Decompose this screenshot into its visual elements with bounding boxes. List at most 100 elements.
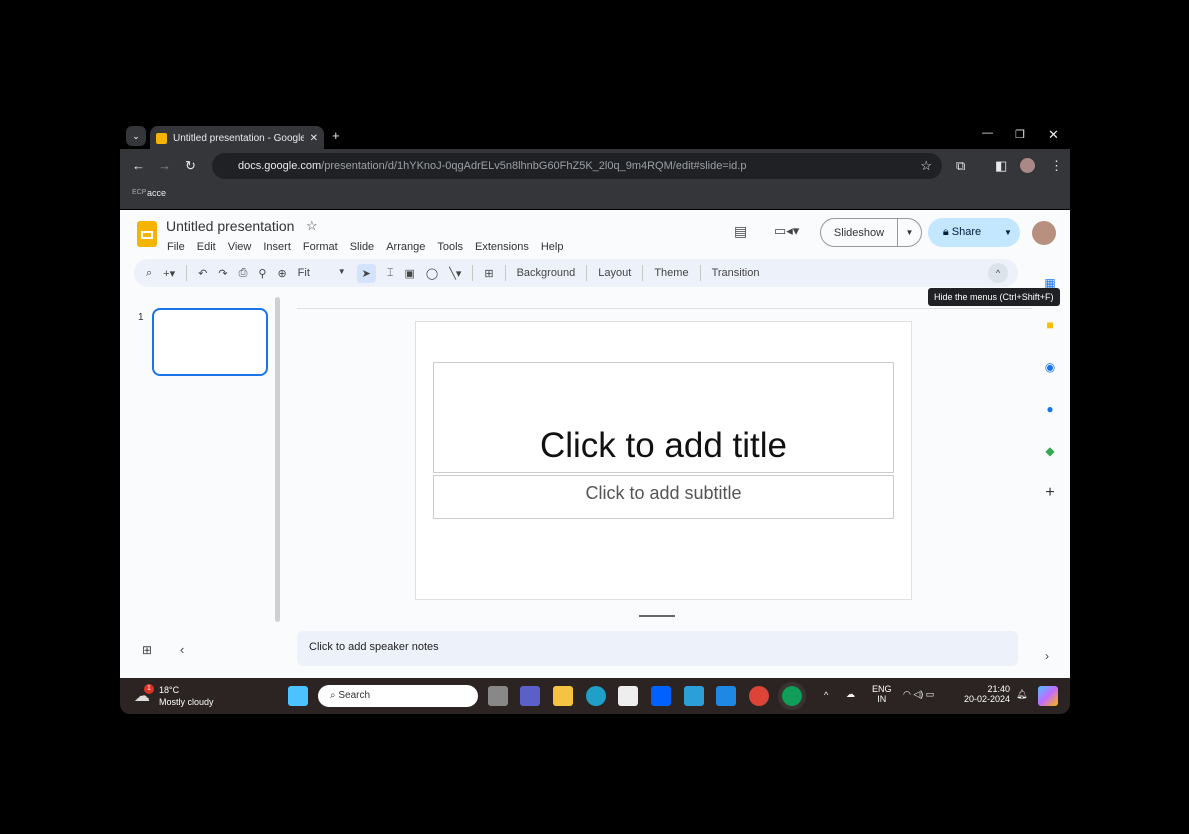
menu-format[interactable]: Format [303, 241, 338, 253]
comment-add-icon[interactable]: ⊞ [484, 267, 493, 280]
store-icon[interactable] [618, 686, 638, 706]
maps-icon[interactable]: ◆ [1040, 430, 1060, 472]
teams-icon[interactable] [520, 686, 540, 706]
menu-file[interactable]: File [167, 241, 185, 253]
menu-insert[interactable]: Insert [263, 241, 291, 253]
copilot-icon[interactable] [1038, 686, 1058, 706]
menu-bar: File Edit View Insert Format Slide Arrange Tool… [167, 237, 575, 255]
close-window-button[interactable]: ✕ [1048, 127, 1059, 143]
file-explorer-icon[interactable] [553, 686, 573, 706]
menu-help[interactable]: Help [541, 241, 564, 253]
extensions-icon[interactable]: ⧉ [956, 158, 965, 174]
divider [586, 265, 588, 281]
slides-logo[interactable] [137, 221, 157, 247]
layout-button[interactable]: Layout [598, 267, 631, 279]
weather-icon[interactable]: ☁ 1 [134, 684, 154, 705]
hide-menus-button[interactable]: ^ [988, 263, 1008, 283]
wifi-volume-battery-icons[interactable]: ◠ ◁) ▭ [903, 689, 934, 700]
show-hidden-icons[interactable]: ^ [824, 690, 828, 700]
new-tab-button[interactable]: + [332, 128, 340, 143]
bookmark-star-icon[interactable]: ☆ [920, 158, 932, 174]
account-avatar[interactable] [1032, 221, 1056, 245]
zoom-icon[interactable]: ⊕ [277, 267, 286, 280]
tooltip: Hide the menus (Ctrl+Shift+F) [928, 288, 1060, 306]
share-dropdown[interactable]: ▼ [996, 228, 1020, 237]
slideshow-button[interactable]: Slideshow ▼ [820, 218, 922, 247]
undo-icon[interactable]: ↶ [198, 267, 207, 280]
chrome-menu-icon[interactable]: ⋮ [1050, 158, 1063, 174]
select-tool-icon[interactable]: ➤ [356, 263, 376, 283]
slide-canvas[interactable]: Click to add title Click to add subtitle [415, 321, 912, 600]
mail-icon[interactable] [716, 686, 736, 706]
bookmark-favicon: ECP [132, 189, 147, 196]
expand-side-panel-icon[interactable]: › [1045, 649, 1049, 663]
slide-thumbnail[interactable] [152, 308, 268, 376]
meet-icon[interactable]: ▭◂▾ [774, 223, 799, 239]
side-panel-icon[interactable]: ◧ [995, 158, 1007, 174]
menu-slide[interactable]: Slide [350, 241, 374, 253]
menu-edit[interactable]: Edit [197, 241, 216, 253]
slideshow-dropdown[interactable]: ▼ [897, 219, 921, 246]
back-icon[interactable]: ← [132, 158, 145, 173]
paint-format-icon[interactable]: ⚲ [258, 267, 266, 280]
subtitle-placeholder[interactable]: Click to add subtitle [433, 475, 894, 519]
minimize-button[interactable]: — [982, 127, 993, 139]
url-input[interactable]: docs.google.com/presentation/d/1hYKnoJ-0… [212, 153, 942, 179]
speaker-notes[interactable]: Click to add speaker notes [297, 631, 1018, 666]
document-title[interactable]: Untitled presentation [166, 218, 294, 234]
print-icon[interactable]: ⎙ [239, 267, 248, 280]
comments-icon[interactable]: ▤ [734, 223, 747, 240]
mydp-icon[interactable] [684, 686, 704, 706]
bookmark-item[interactable]: acce [147, 188, 166, 198]
title-placeholder[interactable]: Click to add title [433, 362, 894, 473]
filmstrip-scrollbar[interactable] [275, 297, 280, 622]
notes-resize-handle[interactable] [639, 615, 675, 617]
add-apps-icon[interactable]: + [1040, 472, 1060, 514]
new-slide-icon[interactable]: +▾ [163, 267, 175, 280]
task-view-icon[interactable] [488, 686, 508, 706]
browser-window: ⌄ Untitled presentation - Google S ✕ + — … [120, 124, 1070, 714]
star-icon[interactable]: ☆ [306, 218, 318, 234]
edge-icon[interactable] [586, 686, 606, 706]
clock[interactable]: 21:40 20-02-2024 [960, 684, 1010, 704]
notification-bell-icon[interactable]: 🔔︎ [1016, 689, 1027, 700]
theme-button[interactable]: Theme [654, 267, 688, 279]
zoom-select[interactable]: Fit ▼ [298, 267, 346, 279]
menu-tools[interactable]: Tools [437, 241, 463, 253]
close-tab-icon[interactable]: ✕ [310, 133, 318, 144]
search-menus-icon[interactable]: ⌕ [146, 267, 152, 280]
profile-avatar[interactable] [1020, 158, 1035, 173]
taskbar-search[interactable]: ⌕ Search [318, 685, 478, 707]
language-indicator[interactable]: ENG IN [872, 684, 892, 704]
onedrive-icon[interactable]: ☁ [846, 689, 855, 700]
share-button[interactable]: 🔒︎ Share ▼ [928, 218, 1020, 247]
menu-arrange[interactable]: Arrange [386, 241, 425, 253]
shape-icon[interactable]: ◯ [426, 267, 438, 280]
grid-view-icon[interactable]: ⊞ [142, 643, 152, 657]
chrome-icon[interactable] [749, 686, 769, 706]
maximize-button[interactable]: ❐ [1015, 128, 1025, 141]
contacts-icon[interactable]: ● [1040, 388, 1060, 430]
menu-view[interactable]: View [228, 241, 252, 253]
divider [504, 265, 506, 281]
divider [642, 265, 644, 281]
tasks-icon[interactable]: ◉ [1040, 346, 1060, 388]
background-button[interactable]: Background [517, 267, 576, 279]
text-box-icon[interactable]: ⌶ [387, 267, 394, 280]
start-button[interactable] [288, 686, 308, 706]
forward-icon[interactable]: → [158, 158, 171, 173]
canvas-area: Click to add title Click to add subtitle [297, 308, 1032, 603]
image-icon[interactable]: ▣ [404, 267, 414, 280]
reload-icon[interactable]: ↻ [185, 158, 196, 174]
chrome-profile-icon[interactable] [778, 682, 806, 710]
dropbox-icon[interactable] [651, 686, 671, 706]
tab-search-button[interactable]: ⌄ [126, 126, 146, 146]
line-icon[interactable]: ╲▾ [449, 267, 461, 280]
menu-extensions[interactable]: Extensions [475, 241, 529, 253]
tab-active[interactable]: Untitled presentation - Google S ✕ [150, 126, 324, 150]
keep-icon[interactable]: ■ [1040, 304, 1060, 346]
tab-bar: ⌄ Untitled presentation - Google S ✕ + — … [120, 124, 1070, 150]
redo-icon[interactable]: ↷ [218, 267, 227, 280]
transition-button[interactable]: Transition [712, 267, 760, 279]
collapse-panel-icon[interactable]: ‹ [180, 642, 184, 657]
